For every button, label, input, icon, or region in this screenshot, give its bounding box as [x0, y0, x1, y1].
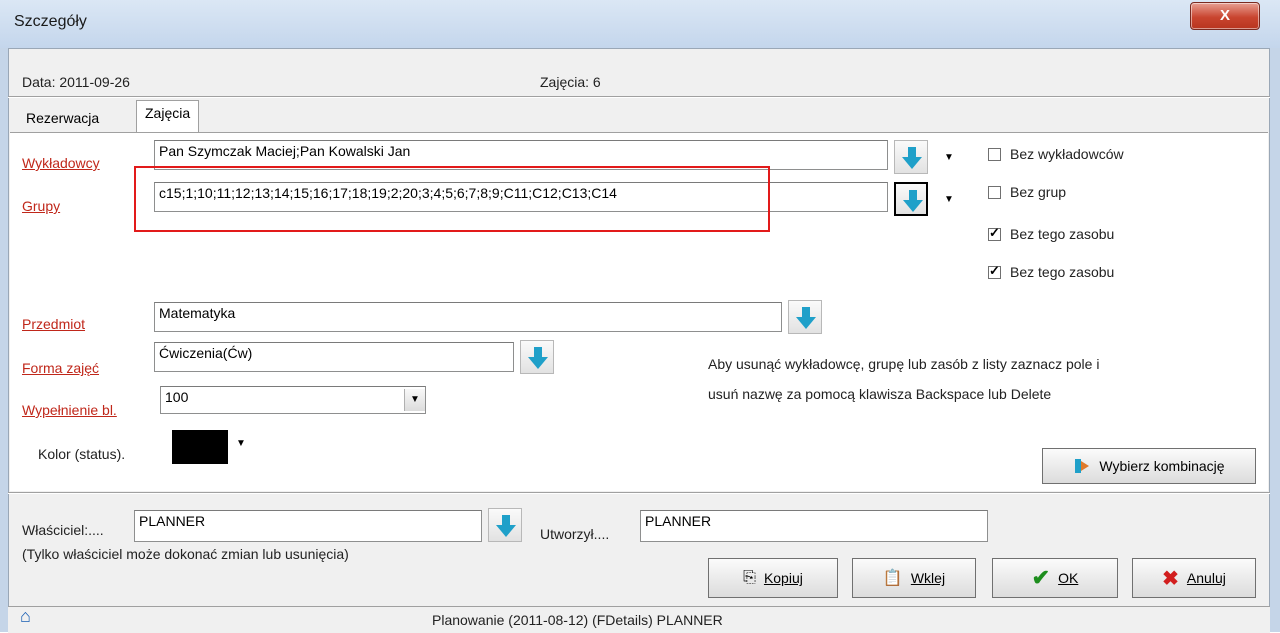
copy-icon: ⎘ [743, 569, 756, 586]
cancel-x-icon: ✖ [1162, 567, 1179, 590]
no-lecturers-label: Bez wykładowców [1010, 146, 1124, 162]
form-label: Forma zajęć [22, 360, 100, 376]
color-swatch[interactable] [172, 430, 228, 464]
home-icon[interactable]: ⌂ [20, 606, 31, 627]
owner-input[interactable]: PLANNER [134, 510, 482, 542]
dropdown-arrow-icon[interactable]: ▼ [404, 389, 425, 411]
paste-button[interactable]: 📋 Wklej [852, 558, 976, 598]
down-arrow-icon [902, 147, 922, 169]
lecturers-input[interactable]: Pan Szymczak Maciej;Pan Kowalski Jan [154, 140, 888, 170]
down-arrow-icon [903, 190, 923, 212]
fill-label: Wypełnienie bl. [22, 402, 117, 418]
created-label: Utworzył.... [540, 526, 610, 542]
combination-icon [1075, 459, 1090, 473]
down-arrow-icon [496, 515, 516, 537]
choose-combination-label: Wybierz kombinację [1099, 458, 1225, 474]
close-button[interactable]: X [1190, 2, 1260, 30]
check-icon: ✓ [989, 225, 1000, 240]
chevron-down-icon[interactable]: ▼ [236, 438, 246, 449]
subject-label: Przedmiot [22, 316, 86, 332]
no-groups-label: Bez grup [1010, 184, 1067, 200]
divider [8, 492, 1270, 494]
hint-line-2: usuń nazwę za pomocą klawisza Backspace … [708, 386, 1052, 402]
lecturers-pick-button[interactable] [894, 140, 928, 174]
fill-value: 100 [165, 389, 189, 405]
no-lecturers-checkbox[interactable] [988, 148, 1001, 161]
color-label: Kolor (status). [38, 446, 126, 462]
owner-pick-button[interactable] [488, 508, 522, 542]
subject-input[interactable]: Matematyka [154, 302, 782, 332]
window-title: Szczegóły [14, 13, 87, 30]
divider [8, 96, 1270, 98]
hint-line-1: Aby usunąć wykładowcę, grupę lub zasób z… [708, 356, 1100, 372]
no-resource-label-2: Bez tego zasobu [1010, 264, 1115, 280]
lecturers-label: Wykładowcy [22, 155, 100, 171]
cancel-label: Anuluj [1186, 570, 1226, 586]
details-window: Szczegóły X Data: 2011-09-26 Zajęcia: 6 … [0, 0, 1280, 633]
no-resource-checkbox-1[interactable]: ✓ [988, 225, 1001, 241]
fill-select[interactable]: 100 [160, 386, 426, 414]
checkmark-icon: ✔ [1031, 565, 1051, 590]
paste-label: Wklej [910, 570, 946, 586]
no-resource-checkbox-2[interactable]: ✓ [988, 263, 1001, 279]
groups-label: Grupy [22, 198, 61, 214]
cancel-button[interactable]: ✖ Anuluj [1132, 558, 1256, 598]
ok-label: OK [1058, 570, 1079, 586]
check-icon: ✓ [989, 263, 1000, 278]
paste-icon: 📋 [882, 570, 903, 587]
tab-zajecia[interactable]: Zajęcia [136, 100, 200, 134]
groups-input[interactable]: c15;1;10;11;12;13;14;15;16;17;18;19;2;20… [154, 182, 888, 212]
lesson-label: Zajęcia: 6 [540, 74, 601, 90]
copy-label: Kopiuj [763, 570, 803, 586]
chevron-down-icon[interactable]: ▼ [944, 152, 954, 163]
choose-combination-button[interactable]: Wybierz kombinację [1042, 448, 1256, 484]
ok-button[interactable]: ✔ OK [992, 558, 1118, 598]
title-bar: Szczegóły X [0, 0, 1280, 48]
form-pick-button[interactable] [520, 340, 554, 374]
down-arrow-icon [528, 347, 548, 369]
subject-pick-button[interactable] [788, 300, 822, 334]
no-groups-checkbox[interactable] [988, 186, 1001, 199]
groups-pick-button[interactable] [894, 182, 928, 216]
owner-label: Właściciel:.... [22, 522, 104, 538]
tab-rezerwacja[interactable]: Rezerwacja [18, 106, 108, 132]
copy-button[interactable]: ⎘ Kopiuj [708, 558, 838, 598]
created-input[interactable]: PLANNER [640, 510, 988, 542]
chevron-down-icon[interactable]: ▼ [944, 194, 954, 205]
form-input[interactable]: Ćwiczenia(Ćw) [154, 342, 514, 372]
no-resource-label-1: Bez tego zasobu [1010, 226, 1115, 242]
down-arrow-icon [796, 307, 816, 329]
date-label: Data: 2011-09-26 [22, 74, 130, 90]
owner-note: (Tylko właściciel może dokonać zmian lub… [22, 546, 349, 562]
status-text: Planowanie (2011-08-12) (FDetails) PLANN… [432, 612, 723, 628]
